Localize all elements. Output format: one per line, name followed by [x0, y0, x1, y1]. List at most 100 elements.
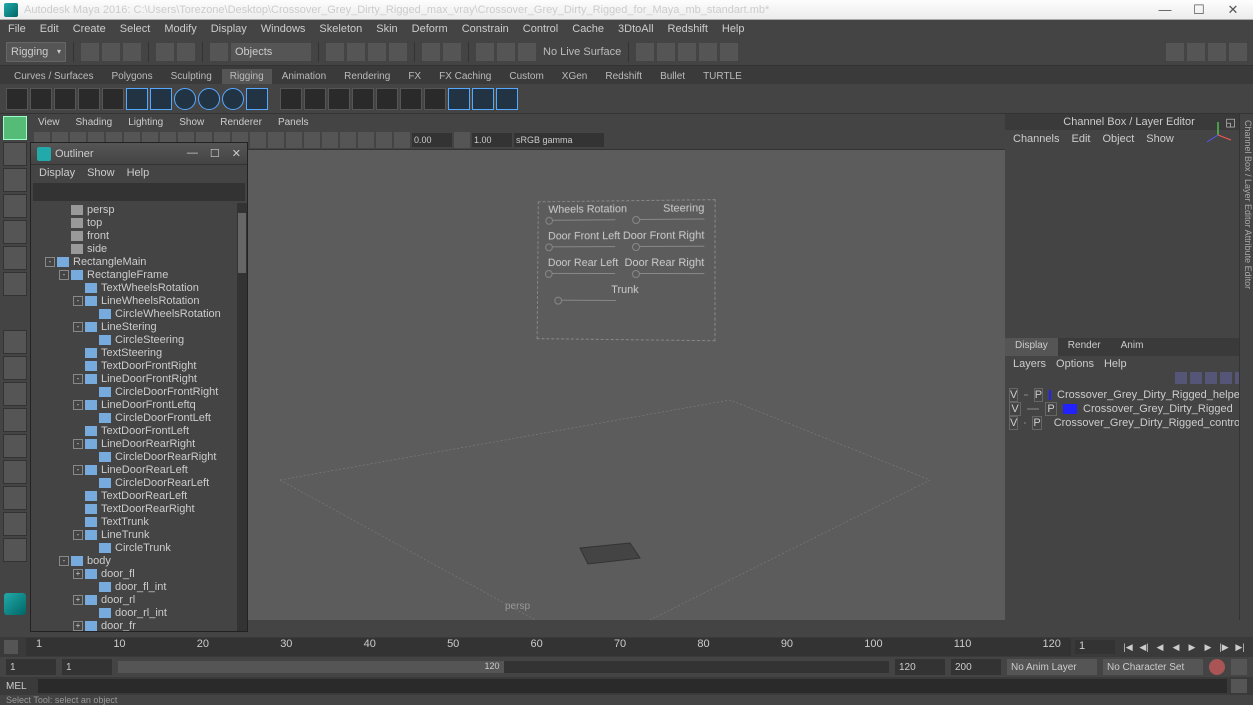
outliner-titlebar[interactable]: Outliner —☐✕ [31, 143, 247, 165]
layer-row[interactable]: VPCrossover_Grey_Dirty_Rigged_helpers [1005, 388, 1253, 402]
select-tool[interactable] [3, 116, 27, 140]
outliner-node[interactable]: -LineDoorRearLeft [31, 463, 247, 476]
panel-icon[interactable] [394, 132, 410, 148]
outliner-node[interactable]: TextDoorFrontRight [31, 359, 247, 372]
outliner-node[interactable]: -RectangleMain [31, 255, 247, 268]
timeline-menu-icon[interactable] [4, 640, 18, 654]
redo-icon[interactable] [177, 43, 195, 61]
prefs-icon[interactable] [1231, 659, 1247, 675]
save-scene-icon[interactable] [123, 43, 141, 61]
panel-icon[interactable] [250, 132, 266, 148]
outliner-node[interactable]: CircleDoorRearRight [31, 450, 247, 463]
exposure-field[interactable]: 0.00 [412, 133, 452, 147]
range-playback-end[interactable]: 120 [895, 659, 945, 675]
outliner-max-icon[interactable]: ☐ [210, 147, 220, 160]
outliner-node[interactable]: door_fl_int [31, 580, 247, 593]
search-field[interactable] [231, 43, 311, 61]
shelf-icon[interactable] [400, 88, 422, 110]
panel-icon[interactable] [304, 132, 320, 148]
workspace-dropdown[interactable]: Rigging [6, 42, 66, 62]
side-tabs[interactable]: Channel Box / Layer Editor Attribute Edi… [1239, 114, 1253, 620]
menu-create[interactable]: Create [73, 23, 106, 35]
shelf-icon[interactable] [150, 88, 172, 110]
shelf-tab[interactable]: Curves / Surfaces [6, 69, 101, 84]
scale-tool[interactable] [3, 220, 27, 244]
menu-display[interactable]: Display [211, 23, 247, 35]
shelf-tab[interactable]: Custom [501, 69, 551, 84]
outliner-node[interactable]: -LineDoorRearRight [31, 437, 247, 450]
select-mode-icon[interactable] [210, 43, 228, 61]
script-editor-icon[interactable] [1231, 679, 1247, 693]
layer-tab[interactable]: Anim [1111, 338, 1154, 356]
panel-icon[interactable] [286, 132, 302, 148]
outliner-node[interactable]: -RectangleFrame [31, 268, 247, 281]
outliner-node[interactable]: TextWheelsRotation [31, 281, 247, 294]
outliner-node[interactable]: TextSteering [31, 346, 247, 359]
shelf-icon[interactable] [352, 88, 374, 110]
step-back-key-icon[interactable]: ◀| [1137, 640, 1151, 654]
snap-grid-icon[interactable] [326, 43, 344, 61]
shelf-icon[interactable] [328, 88, 350, 110]
outliner-menu-item[interactable]: Help [127, 167, 150, 179]
step-back-icon[interactable]: ◀ [1153, 640, 1167, 654]
panel-menu-item[interactable]: View [38, 117, 60, 128]
shelf-icon[interactable] [6, 88, 28, 110]
outliner-node[interactable]: CircleDoorFrontRight [31, 385, 247, 398]
panel-layout-icon[interactable] [1166, 43, 1184, 61]
shelf-icon[interactable] [424, 88, 446, 110]
rotate-tool[interactable] [3, 194, 27, 218]
play-back-icon[interactable]: ◀ [1169, 640, 1183, 654]
shelf-tab[interactable]: XGen [554, 69, 596, 84]
panel-layout-icon[interactable] [1229, 43, 1247, 61]
panel-icon[interactable] [358, 132, 374, 148]
step-fwd-key-icon[interactable]: |▶ [1217, 640, 1231, 654]
outliner-menu-item[interactable]: Show [87, 167, 115, 179]
shelf-tab[interactable]: Polygons [103, 69, 160, 84]
menu-cache[interactable]: Cache [572, 23, 604, 35]
ipr-icon[interactable] [497, 43, 515, 61]
scrollbar[interactable] [237, 203, 247, 631]
soft-select-tool[interactable] [3, 272, 27, 296]
toggle-icon[interactable] [699, 43, 717, 61]
layer-btn-icon[interactable] [1175, 372, 1187, 384]
maximize-button[interactable]: ☐ [1189, 3, 1209, 17]
outliner-node[interactable]: CircleWheelsRotation [31, 307, 247, 320]
outliner-node[interactable]: -LineDoorFrontLeftq [31, 398, 247, 411]
outliner-node[interactable]: +door_fr [31, 619, 247, 631]
channel-menu-item[interactable]: Show [1146, 133, 1174, 145]
panel-menu-item[interactable]: Show [179, 117, 204, 128]
layout-four[interactable] [3, 356, 27, 380]
shelf-icon[interactable] [198, 88, 220, 110]
panel-icon[interactable] [454, 132, 470, 148]
outliner-min-icon[interactable]: — [187, 147, 198, 160]
menu-3dtoall[interactable]: 3DtoAll [618, 23, 653, 35]
shelf-icon[interactable] [30, 88, 52, 110]
shelf-tab[interactable]: Bullet [652, 69, 693, 84]
range-start-field[interactable]: 1 [6, 659, 56, 675]
outliner-menu-item[interactable]: Display [39, 167, 75, 179]
menu-file[interactable]: File [8, 23, 26, 35]
panel-layout-icon[interactable] [1208, 43, 1226, 61]
open-scene-icon[interactable] [102, 43, 120, 61]
move-tool[interactable] [3, 168, 27, 192]
channel-menu-item[interactable]: Object [1102, 133, 1134, 145]
outliner-node[interactable]: -LineStering [31, 320, 247, 333]
outliner-node[interactable]: persp [31, 203, 247, 216]
shelf-icon[interactable] [246, 88, 268, 110]
outliner-close-icon[interactable]: ✕ [232, 147, 241, 160]
shelf-tab[interactable]: FX Caching [431, 69, 499, 84]
panel-icon[interactable] [268, 132, 284, 148]
panel-menu-item[interactable]: Lighting [128, 117, 163, 128]
menu-help[interactable]: Help [722, 23, 745, 35]
shelf-icon[interactable] [102, 88, 124, 110]
go-start-icon[interactable]: |◀ [1121, 640, 1135, 654]
channel-menu-item[interactable]: Channels [1013, 133, 1059, 145]
layer-btn-icon[interactable] [1220, 372, 1232, 384]
step-fwd-icon[interactable]: ▶ [1201, 640, 1215, 654]
outliner-node[interactable]: TextDoorRearLeft [31, 489, 247, 502]
outliner-node[interactable]: +door_rl [31, 593, 247, 606]
shelf-icon[interactable] [126, 88, 148, 110]
character-set-dropdown[interactable]: No Character Set [1103, 659, 1203, 675]
script-lang-label[interactable]: MEL [6, 681, 34, 692]
outliner-node[interactable]: CircleSteering [31, 333, 247, 346]
